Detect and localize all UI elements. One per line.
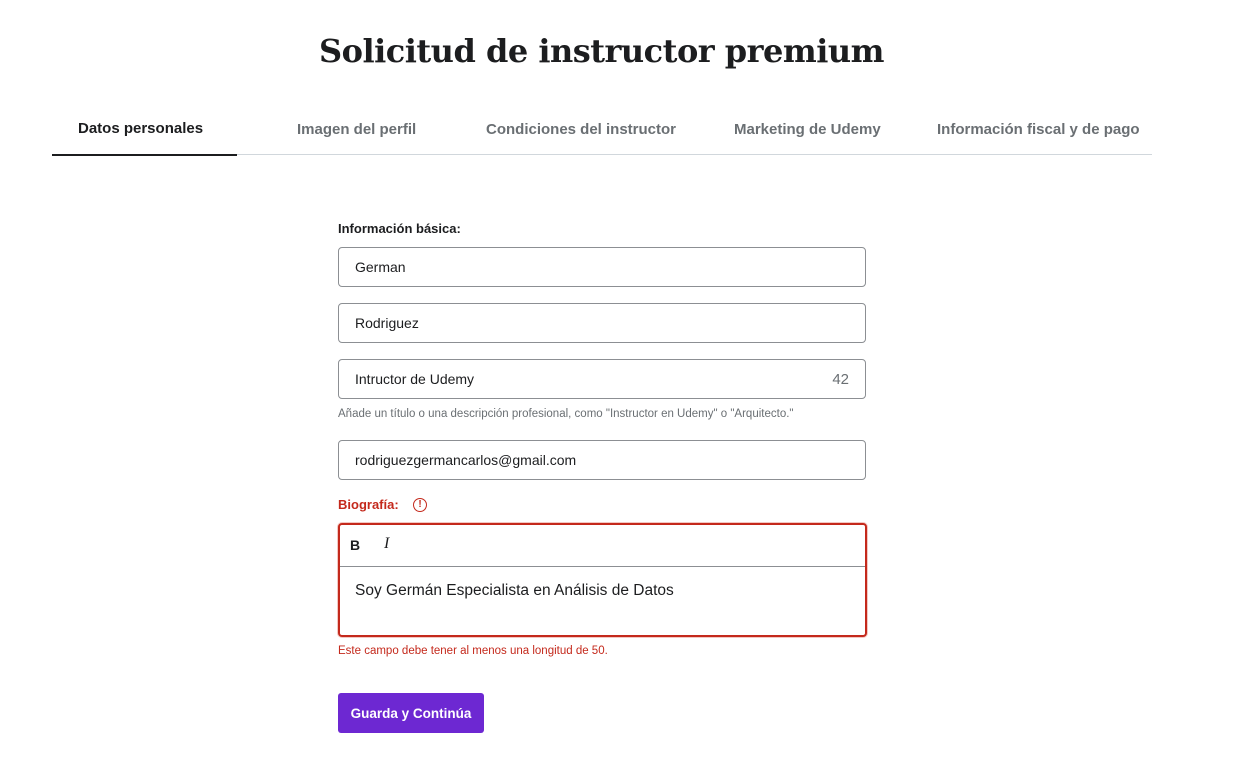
tab-informacion-fiscal[interactable]: Información fiscal y de pago <box>937 104 1152 154</box>
italic-button[interactable]: I <box>384 535 389 553</box>
tab-label: Datos personales <box>78 120 204 137</box>
biography-editor[interactable]: B I Soy Germán Especialista en Análisis … <box>338 523 867 637</box>
headline-helper-text: Añade un título o una descripción profes… <box>338 408 794 420</box>
bold-button[interactable]: B <box>350 537 360 553</box>
headline-field[interactable]: Intructor de Udemy 42 <box>338 359 866 399</box>
tab-label: Marketing de Udemy <box>734 121 881 138</box>
first-name-field[interactable]: German <box>338 247 866 287</box>
first-name-value: German <box>355 259 406 275</box>
headline-char-counter: 42 <box>832 371 849 388</box>
last-name-value: Rodriguez <box>355 315 419 331</box>
biography-error-message: Este campo debe tener al menos una longi… <box>338 645 608 657</box>
tab-condiciones-del-instructor[interactable]: Condiciones del instructor <box>486 104 696 154</box>
tab-label: Imagen del perfil <box>297 121 417 138</box>
tab-imagen-del-perfil[interactable]: Imagen del perfil <box>297 104 437 154</box>
email-field[interactable]: rodriguezgermancarlos@gmail.com <box>338 440 866 480</box>
save-continue-button[interactable]: Guarda y Continúa <box>338 693 484 733</box>
editor-toolbar: B I <box>340 525 865 567</box>
biography-label: Biografía: <box>338 497 399 512</box>
page: Solicitud de instructor premium Datos pe… <box>0 0 1235 781</box>
biography-text[interactable]: Soy Germán Especialista en Análisis de D… <box>355 582 674 600</box>
page-title: Solicitud de instructor premium <box>318 32 885 70</box>
tab-datos-personales[interactable]: Datos personales <box>52 104 237 156</box>
last-name-field[interactable]: Rodriguez <box>338 303 866 343</box>
error-icon: ! <box>413 498 427 512</box>
tab-bar: Datos personales Imagen del perfil Condi… <box>52 104 1152 156</box>
email-value: rodriguezgermancarlos@gmail.com <box>355 452 577 468</box>
tab-marketing-de-udemy[interactable]: Marketing de Udemy <box>734 104 904 154</box>
tab-label: Condiciones del instructor <box>486 121 677 138</box>
headline-value: Intructor de Udemy <box>355 371 475 387</box>
tab-label: Información fiscal y de pago <box>937 121 1140 138</box>
basic-info-label: Información básica: <box>338 221 461 236</box>
